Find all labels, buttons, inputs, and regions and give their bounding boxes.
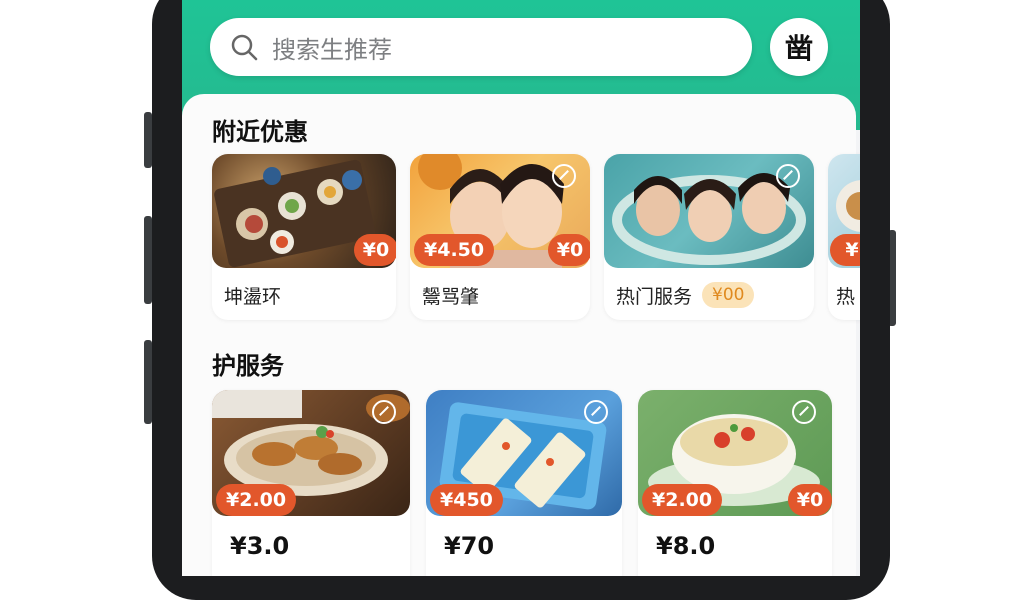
search-icon [230,33,258,61]
discount-badge: ¥2.00 [216,484,297,516]
volume-down-button [144,216,152,304]
deal-card[interactable]: ¥4.50 ¥0 鬶骂肇 [410,154,590,320]
timer-icon [372,400,396,424]
service-card[interactable]: ¥2.00 ¥0 ¥8.0 [638,390,832,576]
discount-badge: ¥4.50 [414,234,495,266]
deal-card[interactable]: ¥ 热 [828,154,860,320]
deal-card[interactable]: 热门服务 ¥00 [604,154,814,320]
card-price: ¥3.0 [230,532,290,560]
timer-icon [776,164,800,188]
app-screen: 搜索生推荐 凿 附近优惠 ¥0 坤盪环 ¥4.50 ¥0 鬶骂肇 热门服务 ¥0… [182,0,860,576]
deal-card[interactable]: ¥0 坤盪环 [212,154,396,320]
card-price: ¥8.0 [656,532,716,560]
price-tag: ¥00 [702,282,755,308]
price-badge: ¥ [830,234,860,266]
silent-switch [144,340,152,424]
price-badge: ¥0 [354,234,396,266]
search-placeholder: 搜索生推荐 [272,35,392,64]
search-bar[interactable]: 搜索生推荐 [210,18,752,76]
card-title: 热门服务 [616,286,693,308]
price-badge: ¥0 [548,234,590,266]
scan-icon: 凿 [784,32,813,65]
card-price: ¥70 [444,532,495,560]
card-title: 鬶骂肇 [422,286,480,308]
service-card[interactable]: ¥2.00 ¥3.0 [212,390,410,576]
volume-up-button [144,112,152,168]
content-sheet: 附近优惠 ¥0 坤盪环 ¥4.50 ¥0 鬶骂肇 热门服务 ¥00 ¥ 热 护服… [182,94,860,576]
clock-icon [584,400,608,424]
card-title: 坤盪环 [224,286,282,308]
service-card[interactable]: ¥450 ¥70 [426,390,622,576]
section-title-services: 护服务 [212,352,284,380]
timer-icon [792,400,816,424]
scan-button[interactable]: 凿 [770,18,828,76]
discount-badge: ¥2.00 [642,484,723,516]
price-badge: ¥0 [788,484,832,516]
timer-icon [552,164,576,188]
section-title-nearby: 附近优惠 [212,118,308,146]
card-title: 热 [836,286,856,308]
discount-badge: ¥450 [430,484,503,516]
